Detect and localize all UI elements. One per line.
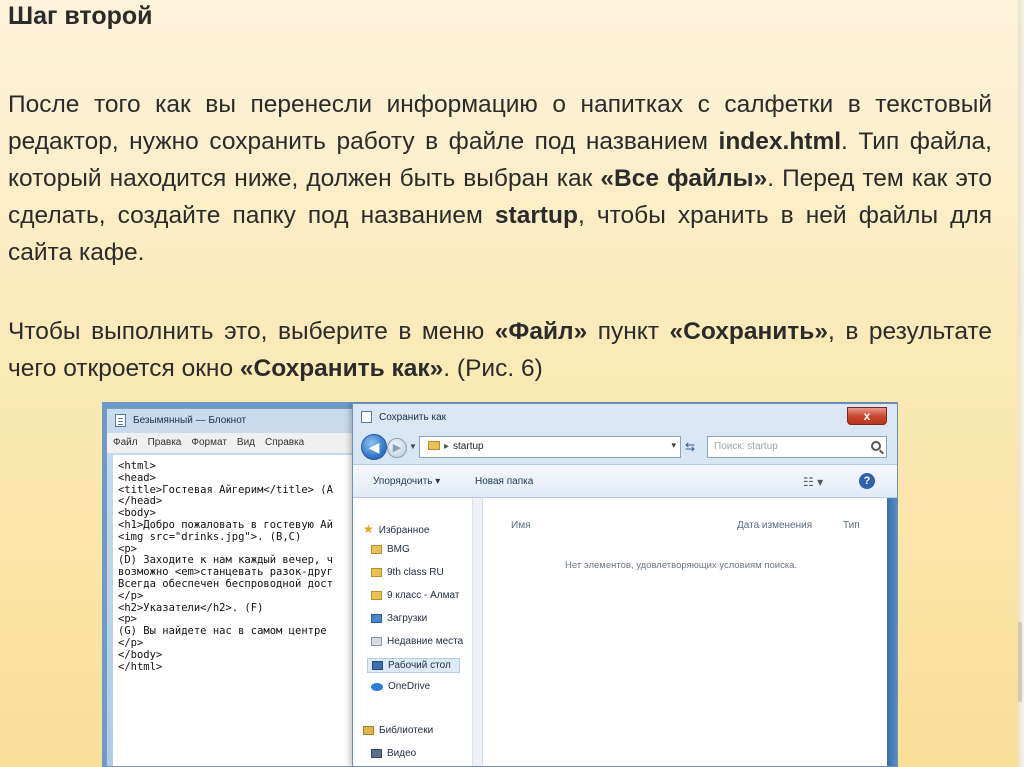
nav-item-9th-class[interactable]: 9th class RU <box>371 567 444 578</box>
history-dropdown-icon[interactable]: ▼ <box>409 442 417 451</box>
nav-item-desktop[interactable]: Рабочий стол <box>367 658 460 673</box>
recent-places-icon <box>371 637 382 646</box>
nav-item-recent-places[interactable]: Недавние места <box>371 636 463 647</box>
menu-item-save: «Сохранить» <box>669 318 828 345</box>
organize-button[interactable]: Упорядочить ▾ <box>373 476 440 487</box>
downloads-icon <box>371 614 382 623</box>
folder-name-startup: startup <box>494 202 578 229</box>
window-save-as: «Сохранить как» <box>239 355 444 382</box>
desktop-icon <box>372 661 383 670</box>
notepad-title: Безымянный — Блокнот <box>133 415 247 426</box>
column-header-name[interactable]: Имя <box>511 520 530 531</box>
page-title: Шаг второй <box>8 2 153 30</box>
paragraph-menu-instructions: Чтобы выполнить это, выберите в меню «Фа… <box>8 318 992 382</box>
refresh-icon[interactable]: ⇆ <box>685 440 695 454</box>
folder-icon <box>371 545 382 554</box>
navigation-pane: ★ Избранное BMG 9th class RU 9 класс - Ал… <box>353 498 483 766</box>
cloud-icon <box>371 683 383 691</box>
nav-item-favorites[interactable]: ★ Избранное <box>363 522 429 536</box>
dialog-titlebar[interactable]: Сохранить как x <box>353 404 897 430</box>
folder-icon <box>371 568 382 577</box>
forward-arrow-icon[interactable]: ▶ <box>387 438 407 458</box>
star-icon: ★ <box>363 522 374 536</box>
paragraph-save-instructions: После того как вы перенесли информацию о… <box>8 91 992 266</box>
nav-item-downloads[interactable]: Загрузки <box>371 613 427 624</box>
notepad-menu-view[interactable]: Вид <box>237 437 255 453</box>
nav-item-onedrive[interactable]: OneDrive <box>371 681 430 692</box>
file-list-pane: Имя Дата изменения Тип Нет элементов, уд… <box>483 498 897 766</box>
search-placeholder: Поиск: startup <box>714 441 778 452</box>
file-type-all-files: «Все файлы» <box>600 165 768 192</box>
address-row: ◀ ▶ ▼ ▸ startup ▾ ⇆ Поиск: startup <box>353 430 897 464</box>
nav-item-libraries[interactable]: Библиотеки <box>363 725 433 736</box>
address-dropdown-icon[interactable]: ▾ <box>671 440 676 451</box>
figure-screenshot: Безымянный — Блокнот Файл Правка Формат … <box>102 402 898 767</box>
notepad-menu-edit[interactable]: Правка <box>148 437 182 453</box>
folder-icon <box>371 591 382 600</box>
breadcrumb-arrow-icon: ▸ <box>444 441 450 452</box>
dialog-window-icon <box>361 411 372 423</box>
nav-item-video[interactable]: Видео <box>371 748 416 759</box>
filename-index-html: index.html <box>718 128 842 155</box>
nav-item-9-klass[interactable]: 9 класс - Алмат <box>371 590 459 601</box>
notepad-menu-format[interactable]: Формат <box>191 437 227 453</box>
navigation-scrollbar[interactable] <box>472 498 482 766</box>
search-input[interactable]: Поиск: startup <box>707 436 887 458</box>
notepad-menu-file[interactable]: Файл <box>113 437 138 453</box>
help-icon[interactable]: ? <box>859 473 875 489</box>
empty-folder-message: Нет элементов, удовлетворяющих условиям … <box>565 560 798 571</box>
back-arrow-icon[interactable]: ◀ <box>361 434 387 460</box>
column-header-date-modified[interactable]: Дата изменения <box>737 520 812 531</box>
dialog-right-edge <box>887 498 897 766</box>
column-header-type[interactable]: Тип <box>843 520 860 531</box>
close-button[interactable]: x <box>847 407 887 425</box>
search-icon[interactable] <box>871 441 881 451</box>
breadcrumb-startup[interactable]: startup <box>453 441 484 452</box>
new-folder-button[interactable]: Новая папка <box>475 476 533 487</box>
address-bar[interactable]: ▸ startup ▾ <box>419 436 681 458</box>
save-as-dialog: Сохранить как x ◀ ▶ ▼ ▸ startup ▾ ⇆ Поиск… <box>352 403 898 767</box>
video-icon <box>371 749 382 758</box>
nav-item-bmg[interactable]: BMG <box>371 544 410 555</box>
dialog-title: Сохранить как <box>379 412 447 423</box>
menu-file: «Файл» <box>494 318 588 345</box>
dialog-toolbar: Упорядочить ▾ Новая папка ☷ ▾ ? <box>353 464 897 498</box>
view-options-icon[interactable]: ☷ ▾ <box>803 475 823 489</box>
dialog-panes: ★ Избранное BMG 9th class RU 9 класс - Ал… <box>353 498 897 766</box>
scrollbar-thumb[interactable] <box>1018 622 1022 702</box>
libraries-icon <box>363 726 374 735</box>
folder-icon <box>428 441 440 450</box>
notepad-menu-help[interactable]: Справка <box>265 437 304 453</box>
notepad-icon <box>115 414 126 427</box>
